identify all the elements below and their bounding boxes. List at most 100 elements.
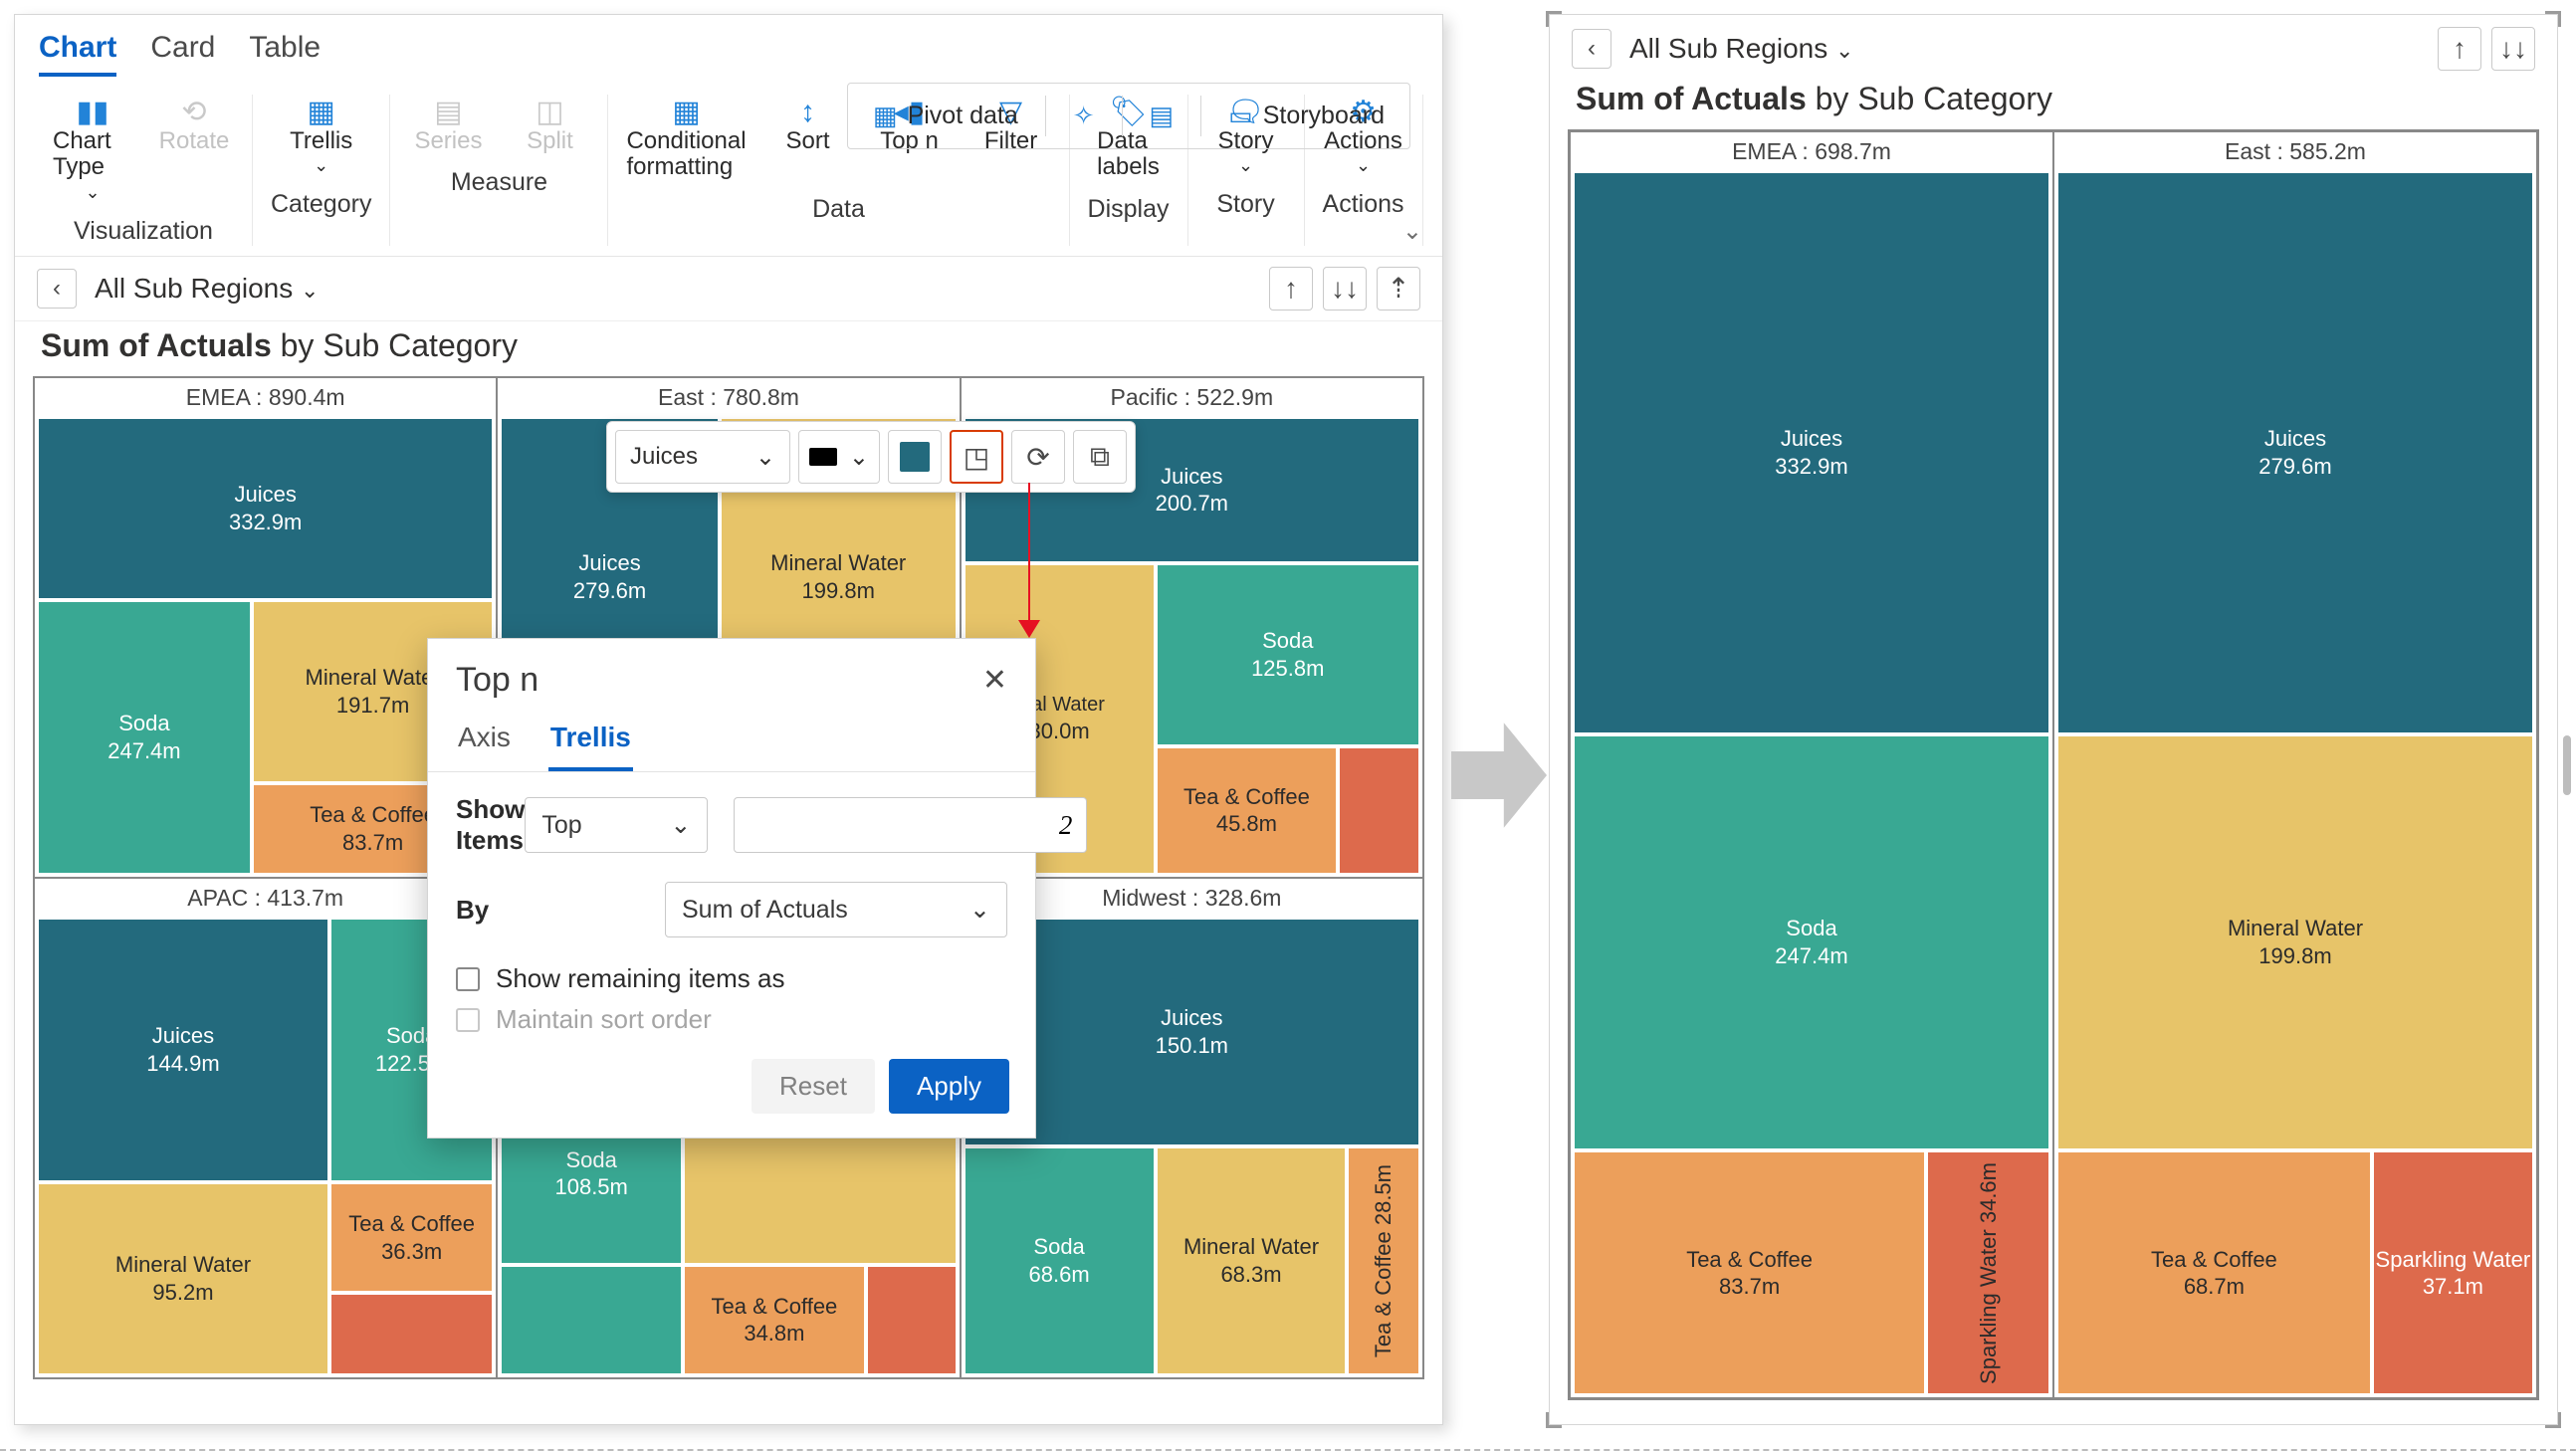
storyboard-button[interactable]: ▭Storyboard bbox=[1211, 92, 1401, 140]
treemap-cell[interactable] bbox=[866, 1265, 958, 1374]
tab-card[interactable]: Card bbox=[150, 31, 215, 77]
refresh-icon: ⟳ bbox=[1026, 441, 1049, 474]
sort-button[interactable]: ↕Sort bbox=[768, 95, 848, 181]
dialog-title: Top n bbox=[456, 661, 538, 700]
format-steps-button[interactable]: ◳ bbox=[950, 430, 1003, 484]
overlay-controls: ↓↓↓↓↓↓⤢ bbox=[2440, 0, 2547, 5]
trellis-icon: ▦ bbox=[308, 95, 335, 128]
chart-title: Sum of Actuals by Sub Category bbox=[1550, 75, 2557, 129]
rotate-button: ⟲Rotate bbox=[154, 95, 234, 203]
sort-asc-button[interactable]: ↑ bbox=[1269, 267, 1313, 311]
treemap-cell[interactable]: Sparkling Water37.1m bbox=[2372, 1150, 2534, 1395]
treemap-cell[interactable]: Juices332.9m bbox=[1573, 171, 2050, 734]
breadcrumb-title[interactable]: All Sub Regions ⌄ bbox=[95, 273, 319, 305]
grid-button[interactable]: ▤ bbox=[1133, 92, 1191, 140]
by-select[interactable]: Sum of Actuals⌄ bbox=[665, 882, 1007, 937]
expand-button[interactable]: ⇡ bbox=[1377, 267, 1420, 311]
dialog-tab-trellis[interactable]: Trellis bbox=[548, 708, 633, 771]
show-items-count-input[interactable] bbox=[734, 797, 1087, 853]
chart-type-button[interactable]: ▮▮Chart Type⌄ bbox=[53, 95, 132, 203]
sort-desc-button[interactable]: ↓↓ bbox=[2491, 27, 2535, 71]
trellis-header: APAC : 413.7m bbox=[37, 881, 494, 918]
treemap-cell[interactable]: Soda247.4m bbox=[1573, 734, 2050, 1150]
presentation-icon: ▭ bbox=[1228, 101, 1253, 131]
group-visualization: Visualization bbox=[74, 217, 213, 246]
treemap-cell[interactable]: Soda247.4m bbox=[37, 600, 252, 875]
group-actions: Actions bbox=[1323, 190, 1404, 219]
treemap-cell[interactable]: Tea & Coffee34.8m bbox=[683, 1265, 866, 1374]
treemap-cell[interactable]: Mineral Water95.2m bbox=[37, 1182, 329, 1374]
treemap-cell[interactable]: Mineral Water68.3m bbox=[1156, 1146, 1348, 1375]
breadcrumb-bar: ‹ All Sub Regions ⌄ ↑ ↓↓ ⇡ bbox=[15, 257, 1442, 321]
format-series-select[interactable]: Juices⌄ bbox=[615, 430, 790, 484]
treemap-cell[interactable] bbox=[500, 1265, 683, 1374]
treemap-cell[interactable]: Tea & Coffee45.8m bbox=[1156, 746, 1339, 875]
sort-desc-button[interactable]: ↓↓ bbox=[1323, 267, 1367, 311]
conditional-formatting-button[interactable]: ▦Conditional formatting bbox=[626, 95, 746, 181]
dialog-close-button[interactable]: ✕ bbox=[982, 663, 1007, 698]
visual-tabs: Chart Card Table bbox=[15, 15, 1442, 77]
bar-chart-icon: ▮▮ bbox=[76, 95, 108, 128]
show-items-select[interactable]: Top⌄ bbox=[525, 797, 708, 853]
trellis-header: East : 585.2m bbox=[2056, 134, 2534, 171]
treemap-cell[interactable]: Juices279.6m bbox=[2056, 171, 2534, 734]
treemap-cell[interactable]: Sparkling Water 34.6m bbox=[1926, 1150, 2050, 1395]
treemap-cell[interactable] bbox=[1338, 746, 1420, 875]
show-remaining-checkbox[interactable]: Show remaining items as bbox=[456, 963, 1007, 994]
magic-button[interactable]: ✧ bbox=[1056, 92, 1112, 140]
treemap-cell[interactable]: Soda68.6m bbox=[964, 1146, 1156, 1375]
treemap-cell[interactable]: Tea & Coffee68.7m bbox=[2056, 1150, 2372, 1395]
wand-icon: ✧ bbox=[1073, 101, 1095, 131]
trellis-button[interactable]: ▦Trellis⌄ bbox=[282, 95, 361, 176]
treemap-cell[interactable]: Tea & Coffee 28.5m bbox=[1347, 1146, 1419, 1375]
sort-icon: ↕ bbox=[800, 95, 815, 128]
format-copy-button[interactable]: ⧉ bbox=[1073, 430, 1127, 484]
reset-button[interactable]: Reset bbox=[751, 1059, 875, 1114]
apply-button[interactable]: Apply bbox=[889, 1059, 1009, 1114]
pivot-data-button[interactable]: ▦Pivot data bbox=[856, 92, 1035, 140]
group-measure: Measure bbox=[451, 168, 547, 197]
ribbon-collapse-icon[interactable]: ⌄ bbox=[1402, 217, 1422, 246]
right-panel: ↓↓↓↓↓↓⤢ ‹ All Sub Regions ⌄ ↑ ↓↓ Sum of … bbox=[1549, 14, 2558, 1425]
split-button: ◫Split bbox=[510, 95, 589, 154]
topn-dialog: Top n✕ Axis Trellis Show Items Top⌄ By S… bbox=[427, 638, 1036, 1139]
series-icon: ▤ bbox=[434, 95, 462, 128]
tab-chart[interactable]: Chart bbox=[39, 31, 116, 77]
group-story: Story bbox=[1216, 190, 1274, 219]
treemap-cell[interactable]: Soda125.8m bbox=[1156, 563, 1420, 746]
treemap-cell[interactable]: Mineral Water199.8m bbox=[2056, 734, 2534, 1150]
treemap-cell[interactable]: Juices332.9m bbox=[37, 417, 494, 600]
ribbon-quick-buttons: ▦Pivot data ✧ ▤ ▭Storyboard bbox=[847, 83, 1410, 149]
scrollbar-thumb[interactable] bbox=[2563, 735, 2571, 795]
treemap-cell[interactable]: Tea & Coffee83.7m bbox=[1573, 1150, 1926, 1395]
back-button[interactable]: ‹ bbox=[1572, 29, 1611, 69]
split-icon: ◫ bbox=[536, 95, 563, 128]
format-color-select[interactable]: ⌄ bbox=[798, 430, 880, 484]
format-refresh-button[interactable]: ⟳ bbox=[1011, 430, 1065, 484]
show-items-label: Show Items bbox=[456, 794, 525, 856]
group-data: Data bbox=[812, 195, 865, 224]
treemap-cell[interactable]: Tea & Coffee36.3m bbox=[329, 1182, 494, 1292]
trellis-header: Pacific : 522.9m bbox=[964, 380, 1420, 417]
dialog-tab-axis[interactable]: Axis bbox=[456, 708, 513, 771]
rotate-icon: ⟲ bbox=[181, 95, 206, 128]
breadcrumb-title[interactable]: All Sub Regions ⌄ bbox=[1629, 33, 1853, 65]
steps-icon: ◳ bbox=[964, 441, 989, 474]
tab-table[interactable]: Table bbox=[249, 31, 321, 77]
grid-icon: ▤ bbox=[1150, 101, 1175, 131]
maintain-sort-checkbox: Maintain sort order bbox=[456, 1004, 1007, 1035]
copy-icon: ⧉ bbox=[1090, 441, 1110, 474]
trellis-header: EMEA : 890.4m bbox=[37, 380, 494, 417]
format-toolbar: Juices⌄ ⌄ ◳ ⟳ ⧉ bbox=[606, 421, 1136, 493]
treemap-cell[interactable]: Juices144.9m bbox=[37, 918, 329, 1183]
pivot-icon: ▦ bbox=[873, 101, 898, 131]
cond-format-icon: ▦ bbox=[672, 95, 700, 128]
treemap-cell[interactable] bbox=[329, 1293, 494, 1375]
group-category: Category bbox=[271, 190, 371, 219]
back-button[interactable]: ‹ bbox=[37, 269, 77, 309]
format-fill-button[interactable] bbox=[888, 430, 942, 484]
group-display: Display bbox=[1088, 195, 1170, 224]
transition-arrow-icon bbox=[1451, 721, 1547, 830]
trellis-grid-after: EMEA : 698.7m Juices332.9m Soda247.4m Te… bbox=[1550, 129, 2557, 1418]
sort-asc-button[interactable]: ↑ bbox=[2438, 27, 2481, 71]
